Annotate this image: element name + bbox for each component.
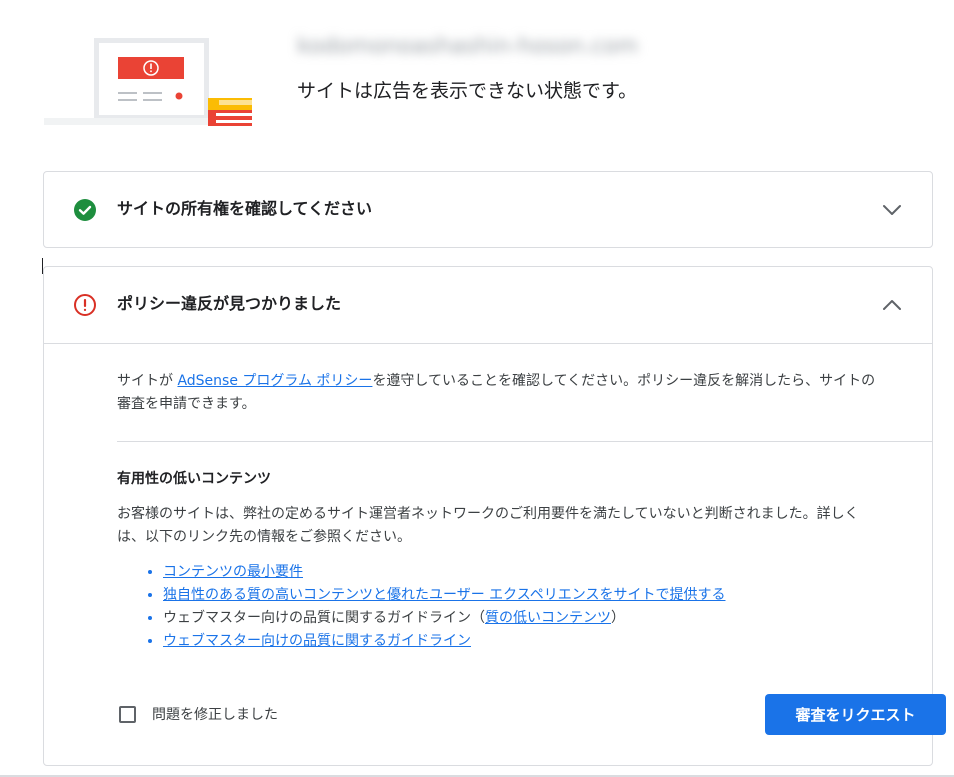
- error-circle-icon: [74, 294, 96, 316]
- ownership-card-header[interactable]: サイトの所有権を確認してください: [44, 172, 932, 248]
- guideline-text: ウェブマスター向けの品質に関するガイドライン（: [163, 610, 485, 626]
- low-quality-content-link[interactable]: 質の低いコンテンツ: [485, 610, 611, 626]
- list-item: 独自性のある質の高いコンテンツと優れたユーザー エクスペリエンスをサイトで提供す…: [163, 584, 932, 607]
- issue-description: お客様のサイトは、弊社の定めるサイト運営者ネットワークのご利用要件を満たしていな…: [117, 506, 859, 545]
- ownership-card-title: サイトの所有権を確認してください: [117, 199, 373, 218]
- section-divider: [117, 441, 932, 442]
- adsense-policy-link[interactable]: AdSense プログラム ポリシー: [177, 373, 372, 389]
- site-header: kodomonoashashin-hoson.com サイトは広告を表示できない…: [0, 0, 954, 140]
- request-review-button[interactable]: 審査をリクエスト: [765, 694, 946, 735]
- fixed-issue-label[interactable]: 問題を修正しました: [152, 704, 278, 726]
- chevron-up-icon[interactable]: [880, 293, 904, 317]
- policy-violation-card: ポリシー違反が見つかりました サイトが AdSense プログラム ポリシーを遵…: [43, 266, 946, 766]
- policy-card-title: ポリシー違反が見つかりました: [117, 294, 342, 313]
- policy-intro-text: サイトが AdSense プログラム ポリシーを遵守していることを確認してくださ…: [117, 370, 882, 416]
- chevron-down-icon[interactable]: [880, 198, 904, 222]
- check-circle-icon: [74, 199, 96, 221]
- ownership-card: サイトの所有権を確認してください: [43, 171, 933, 248]
- intro-text-before: サイトが: [117, 373, 178, 389]
- list-item: ウェブマスター向けの品質に関するガイドライン: [163, 630, 932, 653]
- site-status-message: サイトは広告を表示できない状態です。: [297, 80, 638, 102]
- minimum-content-link[interactable]: コンテンツの最小要件: [163, 564, 303, 580]
- list-item: ウェブマスター向けの品質に関するガイドライン（質の低いコンテンツ）: [163, 607, 932, 630]
- policy-card-header[interactable]: ポリシー違反が見つかりました: [44, 267, 932, 343]
- review-request-row: 問題を修正しました 審査をリクエスト: [119, 694, 946, 738]
- reference-list: コンテンツの最小要件 独自性のある質の高いコンテンツと優れたユーザー エクスペリ…: [117, 561, 932, 653]
- webmaster-guidelines-link[interactable]: ウェブマスター向けの品質に関するガイドライン: [163, 633, 471, 649]
- monitor-warning-icon: [44, 38, 252, 126]
- list-item: コンテンツの最小要件: [163, 561, 932, 584]
- site-domain: kodomonoashashin-hoson.com: [297, 34, 639, 59]
- fixed-issue-checkbox[interactable]: [119, 706, 136, 723]
- policy-card-body: サイトが AdSense プログラム ポリシーを遵守していることを確認してくださ…: [117, 344, 932, 653]
- issue-title: 有用性の低いコンテンツ: [117, 471, 271, 487]
- quality-content-ux-link[interactable]: 独自性のある質の高いコンテンツと優れたユーザー エクスペリエンスをサイトで提供す…: [163, 587, 726, 603]
- guideline-text-close: ）: [611, 610, 625, 626]
